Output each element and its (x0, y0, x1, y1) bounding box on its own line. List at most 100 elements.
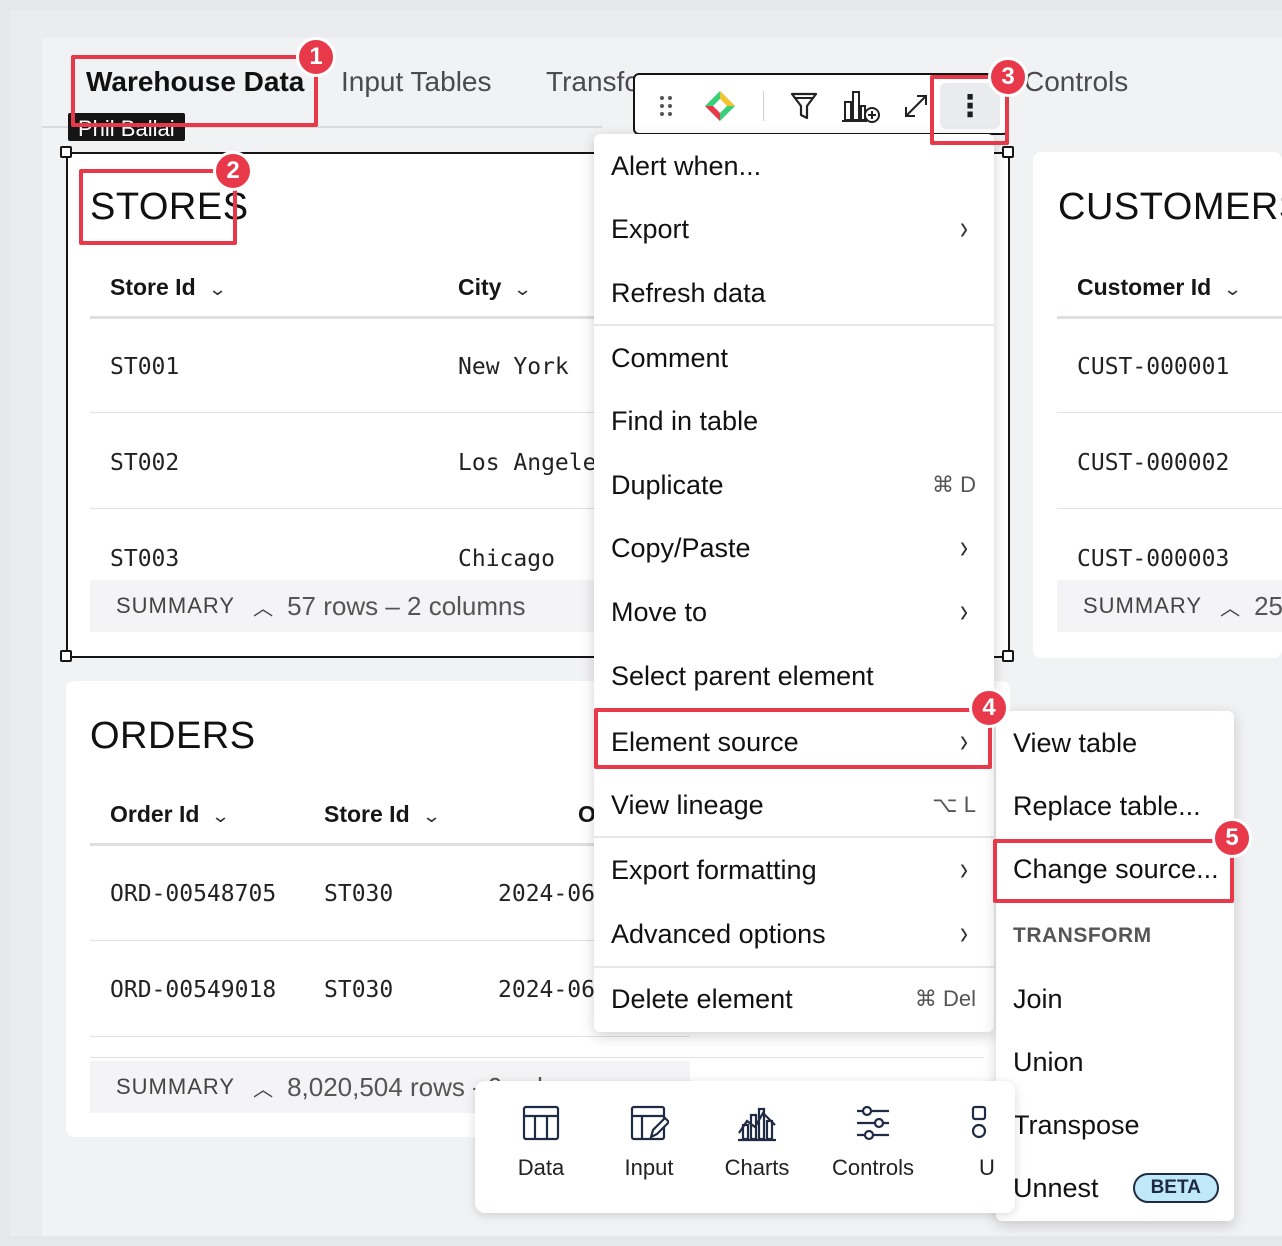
table-cell: Chicago (458, 546, 555, 572)
callout-badge-5: 5 (1212, 818, 1252, 858)
drag-handle-icon[interactable] (649, 89, 683, 123)
summary-value: 25 (1254, 590, 1282, 621)
table-cell: ST001 (110, 354, 180, 380)
summary-label: SUMMARY (116, 1074, 236, 1099)
more-options-button[interactable]: ⋮ (940, 83, 1000, 129)
shortcut-label: ⌥ L (932, 792, 976, 817)
col-label: Store Id (110, 274, 196, 300)
add-chart-icon[interactable] (841, 89, 881, 123)
submenu-item-transpose[interactable]: Transpose (996, 1097, 1234, 1153)
add-input-button[interactable]: Input (599, 1103, 699, 1181)
summary-label: SUMMARY (1083, 593, 1203, 618)
add-data-button[interactable]: Data (491, 1103, 591, 1181)
tab-input-tables[interactable]: Input Tables (341, 66, 492, 98)
add-controls-button[interactable]: Controls (823, 1103, 923, 1181)
chevron-down-icon[interactable]: ⌄ (513, 279, 533, 300)
submenu-item-unnest[interactable]: Unnest BETA (996, 1160, 1234, 1216)
submenu-item-view-table[interactable]: View table (996, 715, 1234, 771)
menu-item-copy-paste[interactable]: Copy/Paste › (594, 520, 994, 576)
ai-assistant-icon[interactable] (703, 89, 737, 123)
chevron-right-icon: › (960, 850, 968, 889)
table-cell: CUST-000001 (1077, 354, 1230, 380)
col-order-id[interactable]: Order Id ⌄ (110, 801, 231, 828)
table-cell: Los Angele (458, 450, 597, 476)
collaborator-tag: Phil Ballai (68, 113, 185, 141)
filter-icon[interactable] (787, 89, 821, 123)
tab-warehouse-data[interactable]: Warehouse Data (86, 66, 304, 98)
stores-title[interactable]: STORES (90, 186, 249, 229)
menu-item-export[interactable]: Export › (594, 201, 994, 257)
header-divider (1057, 316, 1282, 319)
shortcut-label: ⌘ Del (914, 986, 976, 1011)
tab-controls[interactable]: Controls (1024, 66, 1128, 98)
element-toolbar: ⋮ (633, 73, 1009, 135)
menu-item-alert-when[interactable]: Alert when... (594, 138, 994, 194)
customers-summary[interactable]: SUMMARY ︿ 25 (1057, 580, 1282, 632)
menu-item-select-parent[interactable]: Select parent element (594, 648, 994, 704)
resize-handle[interactable] (60, 650, 72, 662)
more-vertical-icon: ⋮ (955, 89, 985, 123)
callout-badge-2: 2 (213, 151, 253, 191)
menu-item-move-to[interactable]: Move to › (594, 584, 994, 640)
add-element-bar: Data Input Charts Controls U (475, 1081, 1015, 1213)
menu-item-refresh-data[interactable]: Refresh data (594, 265, 994, 321)
menu-item-advanced-options[interactable]: Advanced options › (594, 906, 994, 962)
table-cell: CUST-000002 (1077, 450, 1230, 476)
menu-item-find-in-table[interactable]: Find in table (594, 393, 994, 449)
chevron-down-icon[interactable]: ⌄ (1223, 279, 1243, 300)
submenu-item-union[interactable]: Union (996, 1034, 1234, 1090)
col-label: Store Id (324, 801, 410, 827)
tab-transforms[interactable]: Transfo (546, 66, 634, 98)
col-label: City (458, 274, 502, 300)
submenu-label: Unnest (1013, 1172, 1099, 1203)
table-cell: 2024-06 (498, 977, 595, 1003)
chevron-right-icon: › (960, 592, 968, 631)
charts-icon (738, 1107, 776, 1142)
menu-item-comment[interactable]: Comment (594, 330, 994, 386)
customers-title[interactable]: CUSTOMERS (1058, 186, 1282, 229)
col-store-id[interactable]: Store Id ⌄ (110, 274, 227, 301)
table-cell: New York (458, 354, 569, 380)
submenu-item-replace-table[interactable]: Replace table... (996, 778, 1234, 834)
summary-label: SUMMARY (116, 593, 236, 618)
table-cell: ST003 (110, 546, 180, 572)
chevron-right-icon: › (960, 722, 968, 761)
chevron-up-icon[interactable]: ︿ (253, 1073, 273, 1102)
row-divider (1057, 412, 1282, 413)
submenu-item-join[interactable]: Join (996, 971, 1234, 1027)
menu-item-element-source[interactable]: Element source › (594, 714, 994, 770)
col-label: Order Id (110, 801, 200, 827)
col-store-id[interactable]: Store Id ⌄ (324, 801, 441, 828)
resize-handle[interactable] (1002, 650, 1014, 662)
summary-value: 57 rows – 2 columns (287, 590, 526, 621)
toolbar-divider (763, 91, 764, 121)
resize-handle[interactable] (60, 146, 72, 158)
col-city[interactable]: City ⌄ (458, 274, 533, 301)
chevron-up-icon[interactable]: ︿ (253, 592, 273, 621)
menu-item-duplicate[interactable]: Duplicate ⌘ D (594, 457, 994, 513)
menu-item-delete-element[interactable]: Delete element ⌘ Del (594, 971, 994, 1027)
callout-badge-4: 4 (969, 688, 1009, 728)
sliders-icon (857, 1105, 889, 1141)
row-divider (90, 1057, 984, 1058)
submenu-item-change-source[interactable]: Change source... (996, 841, 1234, 897)
customers-card[interactable]: CUSTOMERS Customer Id ⌄ CUST-000001 CUST-… (1033, 152, 1282, 658)
orders-title[interactable]: ORDERS (90, 715, 256, 758)
add-charts-button[interactable]: Charts (707, 1103, 807, 1181)
add-ui-button[interactable]: U (935, 1103, 995, 1181)
col-label: Customer Id (1077, 274, 1212, 300)
table-cell: ORD-00548705 (110, 881, 277, 907)
menu-item-export-formatting[interactable]: Export formatting › (594, 842, 994, 898)
table-cell: 2024-06 (498, 881, 595, 907)
chevron-down-icon[interactable]: ⌄ (207, 279, 227, 300)
expand-icon[interactable] (899, 89, 933, 123)
resize-handle[interactable] (1002, 146, 1014, 158)
element-source-submenu: View table Replace table... Change sourc… (996, 711, 1234, 1221)
row-divider (90, 1036, 690, 1037)
menu-item-view-lineage[interactable]: View lineage ⌥ L (594, 777, 994, 833)
chevron-down-icon[interactable]: ⌄ (211, 806, 231, 827)
callout-badge-1: 1 (296, 37, 336, 77)
col-customer-id[interactable]: Customer Id ⌄ (1077, 274, 1243, 301)
chevron-up-icon[interactable]: ︿ (1220, 592, 1240, 621)
chevron-down-icon[interactable]: ⌄ (421, 806, 441, 827)
